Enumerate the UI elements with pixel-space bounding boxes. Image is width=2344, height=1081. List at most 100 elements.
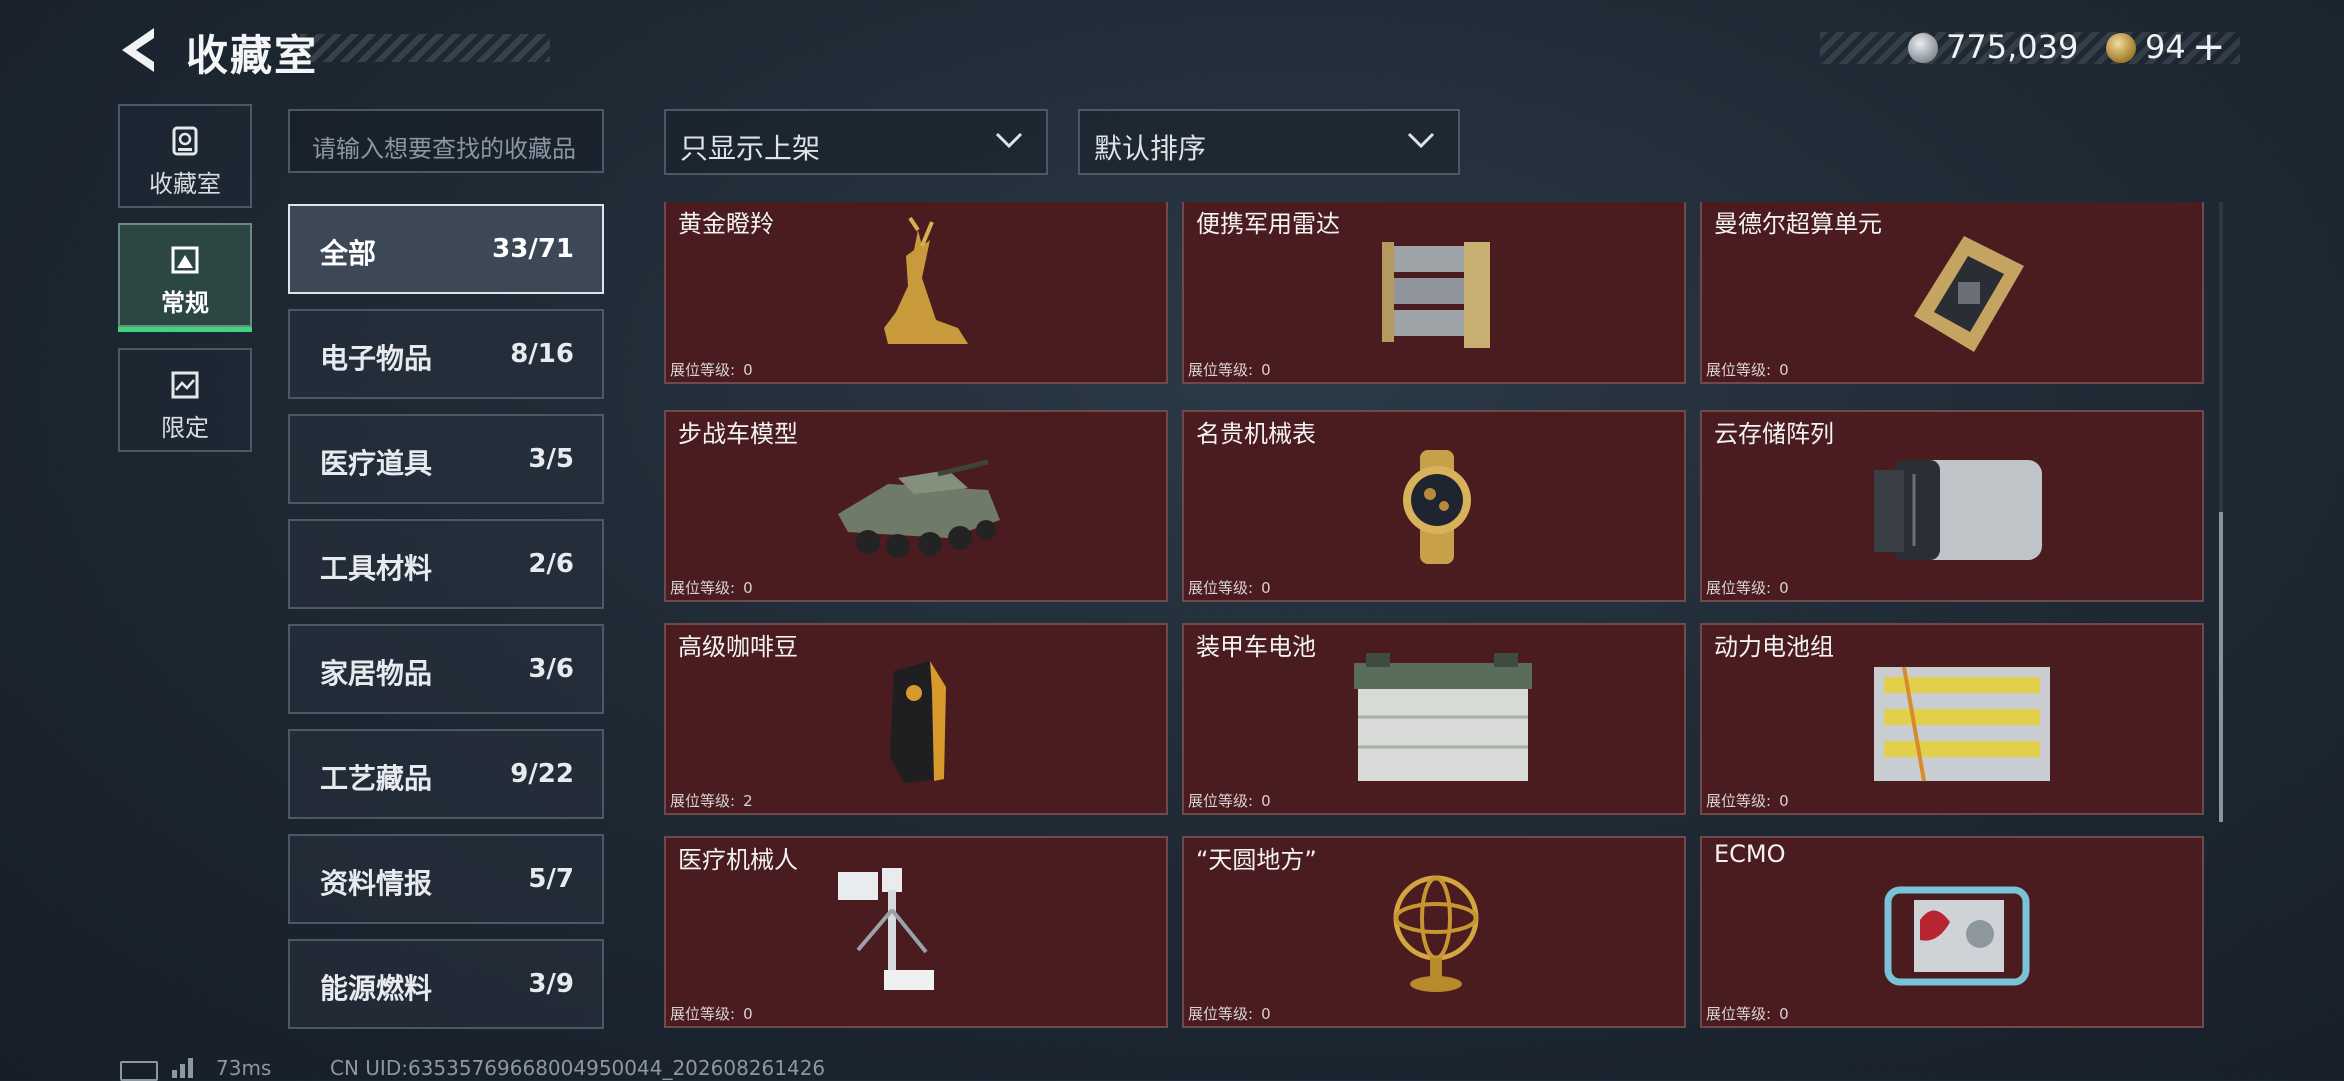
category-count: 9/22 xyxy=(510,759,574,789)
power-battery-pack-icon xyxy=(1874,666,2050,782)
category-name: 工艺藏品 xyxy=(320,762,433,795)
nav-active-indicator xyxy=(118,327,252,332)
level-value: 0 xyxy=(1779,792,1789,810)
category-tools[interactable]: 工具材料 2/6 xyxy=(288,519,604,609)
level-label: 展位等级: 0 xyxy=(670,577,753,598)
sort-dropdown[interactable]: 默认排序 xyxy=(1078,109,1460,175)
level-label: 展位等级: 0 xyxy=(1706,1003,1789,1024)
category-name: 家居物品 xyxy=(320,657,433,690)
level-value: 0 xyxy=(1261,1005,1271,1023)
category-count: 8/16 xyxy=(510,339,574,369)
item-name: 便携军用雷达 xyxy=(1196,210,1340,238)
vault-icon xyxy=(172,126,198,156)
limited-frame-icon xyxy=(171,371,199,399)
level-caption: 展位等级: xyxy=(1188,1005,1254,1023)
item-name: 装甲车电池 xyxy=(1196,633,1316,661)
nav-item-limited[interactable]: 限定 xyxy=(118,348,252,452)
category-name: 全部 xyxy=(320,237,377,270)
collection-card[interactable]: 曼德尔超算单元 展位等级: 0 xyxy=(1700,202,2204,384)
gold-coin-icon xyxy=(2106,33,2136,63)
level-value: 0 xyxy=(743,361,753,379)
level-label: 展位等级: 0 xyxy=(1706,577,1789,598)
collection-card[interactable]: 便携军用雷达 展位等级: 0 xyxy=(1182,202,1686,384)
level-label: 展位等级: 0 xyxy=(670,359,753,380)
level-label: 展位等级: 0 xyxy=(1188,359,1271,380)
level-caption: 展位等级: xyxy=(1706,792,1772,810)
medical-robot-icon xyxy=(838,868,934,990)
category-name: 资料情报 xyxy=(320,867,433,900)
level-label: 展位等级: 0 xyxy=(1706,359,1789,380)
add-currency-button[interactable]: + xyxy=(2192,24,2226,70)
vehicle-battery-icon xyxy=(1354,653,1532,781)
level-label: 展位等级: 0 xyxy=(670,1003,753,1024)
picture-frame-icon xyxy=(171,246,199,274)
category-crafts[interactable]: 工艺藏品 9/22 xyxy=(288,729,604,819)
category-count: 33/71 xyxy=(492,234,574,264)
category-all[interactable]: 全部 33/71 xyxy=(288,204,604,294)
top-header: 收藏室 775,039 94 + xyxy=(0,0,2344,100)
level-label: 展位等级: 2 xyxy=(670,790,753,811)
silver-coin-amount: 775,039 xyxy=(1946,28,2079,66)
category-household[interactable]: 家居物品 3/6 xyxy=(288,624,604,714)
level-label: 展位等级: 0 xyxy=(1188,790,1271,811)
mechanical-watch-icon xyxy=(1403,450,1471,564)
level-value: 0 xyxy=(1779,1005,1789,1023)
collection-card[interactable]: 高级咖啡豆 展位等级: 2 xyxy=(664,623,1168,815)
collection-card[interactable]: ECMO 展位等级: 0 xyxy=(1700,836,2204,1028)
search-input[interactable]: 请输入想要查找的收藏品 xyxy=(288,109,604,173)
level-caption: 展位等级: xyxy=(1188,361,1254,379)
collection-card[interactable]: 医疗机械人 展位等级: 0 xyxy=(664,836,1168,1028)
item-name: 黄金瞪羚 xyxy=(678,210,774,238)
item-name: 步战车模型 xyxy=(678,420,798,448)
ifv-model-icon xyxy=(838,459,1000,558)
category-energy[interactable]: 能源燃料 3/9 xyxy=(288,939,604,1029)
level-value: 0 xyxy=(743,1005,753,1023)
display-filter-dropdown[interactable]: 只显示上架 xyxy=(664,109,1048,175)
item-name: 动力电池组 xyxy=(1714,633,1834,661)
level-label: 展位等级: 0 xyxy=(1706,790,1789,811)
display-filter-value: 只显示上架 xyxy=(680,132,821,165)
gold-coin-amount: 94 xyxy=(2145,28,2186,66)
item-name: “天圆地方” xyxy=(1196,846,1317,874)
collection-grid: 黄金瞪羚 展位等级: 0 便携军用雷达 展位等级: 0 曼德尔超算单元 展位等级: 0… xyxy=(662,202,2206,1036)
category-electronics[interactable]: 电子物品 8/16 xyxy=(288,309,604,399)
collection-card[interactable]: 动力电池组 展位等级: 0 xyxy=(1700,623,2204,815)
armillary-sphere-icon xyxy=(1393,875,1479,992)
level-caption: 展位等级: xyxy=(1188,792,1254,810)
category-name: 工具材料 xyxy=(320,552,433,585)
level-caption: 展位等级: xyxy=(670,361,736,379)
level-value: 0 xyxy=(1779,361,1789,379)
category-count: 3/9 xyxy=(528,969,574,999)
nav-item-vault[interactable]: 收藏室 xyxy=(118,104,252,208)
level-label: 展位等级: 0 xyxy=(1188,577,1271,598)
item-name: 名贵机械表 xyxy=(1196,420,1316,448)
nav-item-regular[interactable]: 常规 xyxy=(118,223,252,327)
coffee-bag-icon xyxy=(890,661,946,783)
collection-card[interactable]: 云存储阵列 展位等级: 0 xyxy=(1700,410,2204,602)
collection-card[interactable]: 步战车模型 展位等级: 0 xyxy=(664,410,1168,602)
category-count: 5/7 xyxy=(528,864,574,894)
level-caption: 展位等级: xyxy=(670,579,736,597)
collection-card[interactable]: 装甲车电池 展位等级: 0 xyxy=(1182,623,1686,815)
category-name: 能源燃料 xyxy=(320,972,433,1005)
ecmo-machine-icon xyxy=(1884,886,2030,986)
grid-scrollbar-thumb[interactable] xyxy=(2219,512,2223,822)
title-stripe-decoration xyxy=(300,34,550,62)
page-title: 收藏室 xyxy=(186,31,319,80)
military-radar-icon xyxy=(1382,242,1490,348)
category-medical[interactable]: 医疗道具 3/5 xyxy=(288,414,604,504)
item-name: 医疗机械人 xyxy=(678,846,798,874)
collection-card[interactable]: “天圆地方” 展位等级: 0 xyxy=(1182,836,1686,1028)
chevron-down-icon xyxy=(995,132,1023,149)
chevron-down-icon xyxy=(1407,132,1435,149)
collection-card[interactable]: 黄金瞪羚 展位等级: 0 xyxy=(664,202,1168,384)
collection-card[interactable]: 名贵机械表 展位等级: 0 xyxy=(1182,410,1686,602)
item-name: 高级咖啡豆 xyxy=(678,633,798,661)
category-count: 3/5 xyxy=(528,444,574,474)
level-caption: 展位等级: xyxy=(670,1005,736,1023)
level-caption: 展位等级: xyxy=(1706,361,1772,379)
category-intel[interactable]: 资料情报 5/7 xyxy=(288,834,604,924)
back-arrow-icon[interactable] xyxy=(118,26,158,74)
level-value: 0 xyxy=(1261,792,1271,810)
level-value: 0 xyxy=(1261,361,1271,379)
